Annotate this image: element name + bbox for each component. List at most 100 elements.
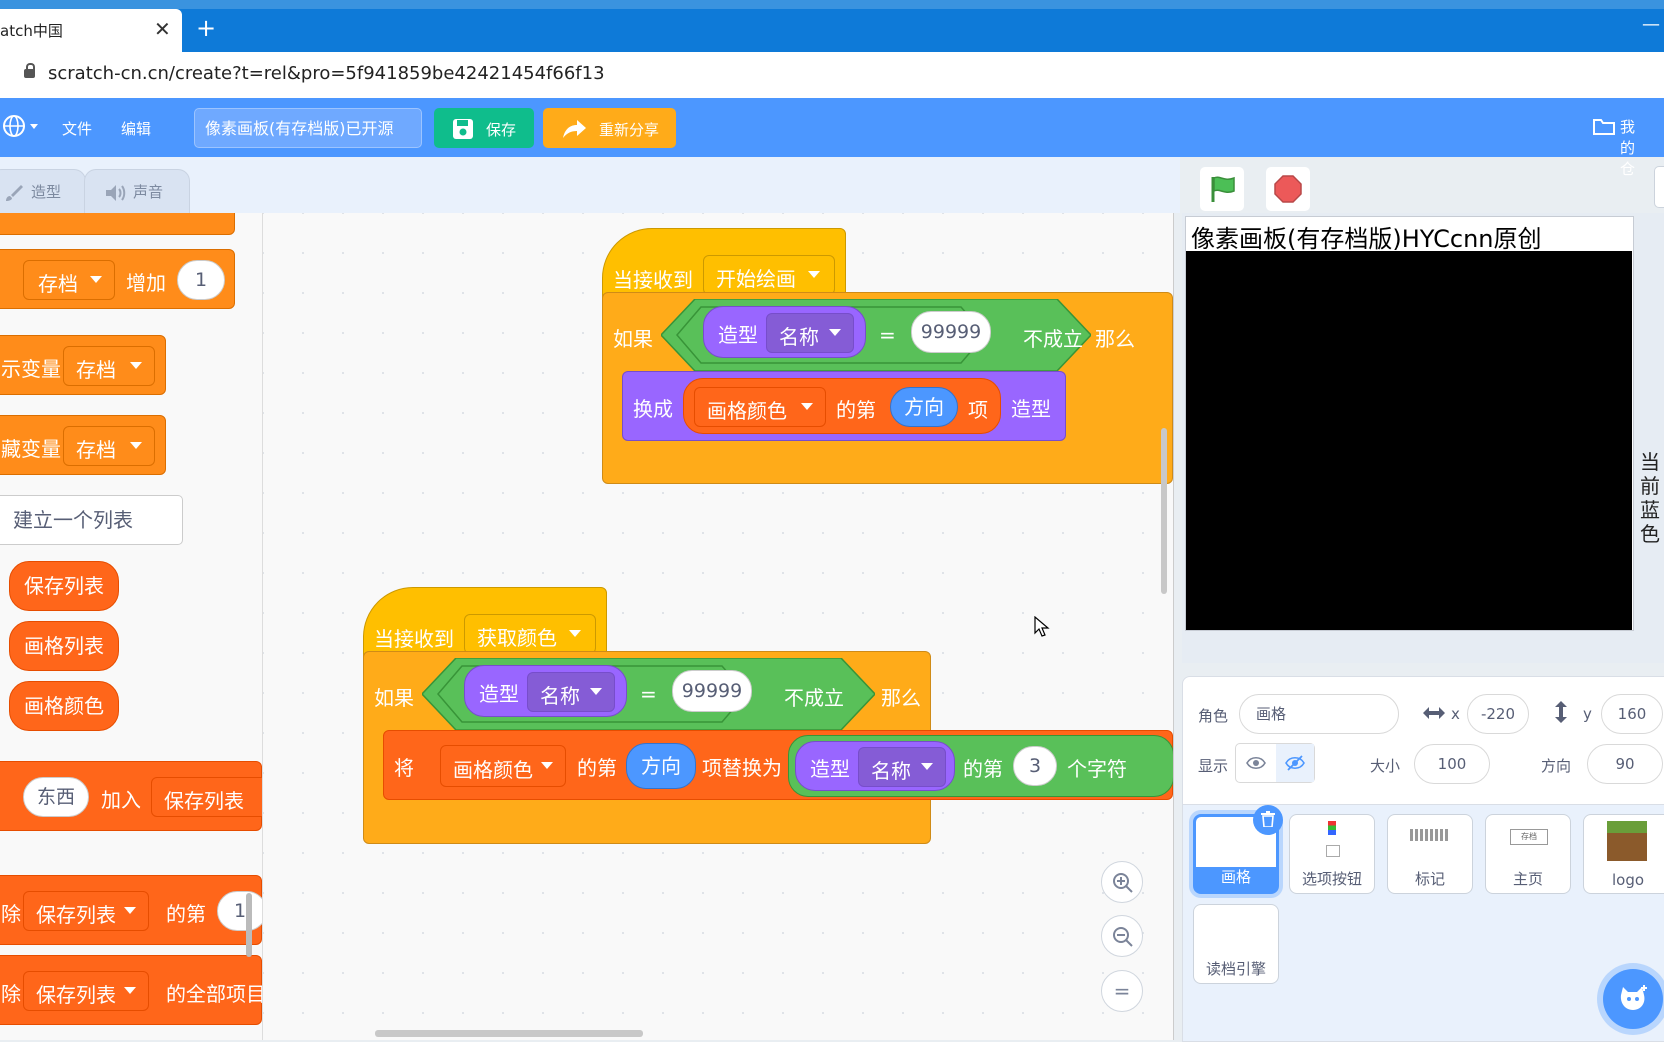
costume-reporter[interactable]: 造型 名称 (464, 665, 627, 717)
sprite-thumbnail-text: 存档 (1510, 829, 1548, 845)
sprite-tile[interactable]: 读档引擎 (1193, 904, 1279, 984)
then-label: 那么 (881, 686, 921, 710)
zoom-reset-button[interactable]: = (1101, 970, 1143, 1012)
close-tab-icon[interactable]: ✕ (154, 17, 171, 41)
save-button[interactable]: 保存 (434, 108, 534, 148)
letter-index-input[interactable]: 3 (1013, 746, 1057, 786)
script-horizontal-scrollbar[interactable] (375, 1030, 643, 1037)
palette-delete-item-block[interactable]: 除 保存列表 的第 1 (0, 875, 262, 945)
reshare-button[interactable]: 重新分享 (543, 108, 676, 148)
x-input[interactable]: -220 (1467, 694, 1529, 734)
stage-title-text: 像素画板(有存档版)HYCcnn原创 (1191, 225, 1542, 253)
palette-change-variable-block[interactable]: 存档 增加 1 (0, 249, 235, 309)
list-dropdown[interactable]: 画格颜色 (694, 387, 826, 427)
palette-delete-all-block[interactable]: 除 保存列表 的全部项目 (0, 955, 262, 1025)
save-icon (453, 119, 473, 139)
message-dropdown[interactable]: 获取颜色 (464, 614, 596, 654)
chevron-down-icon (124, 907, 136, 914)
palette-list-reporter[interactable]: 画格颜色 (9, 681, 119, 731)
costume-reporter[interactable]: 造型 名称 (703, 306, 866, 358)
eye-hidden-icon (1285, 755, 1305, 771)
palette-add-list-dropdown[interactable]: 保存列表 (151, 777, 262, 817)
palette-add-thing-input[interactable]: 东西 (23, 777, 89, 817)
palette-partial-block[interactable] (0, 213, 235, 235)
stage-size-toggle[interactable] (1654, 166, 1664, 208)
palette-delete-all-list-name: 保存列表 (36, 983, 116, 1007)
costume-attr-dropdown[interactable]: 名称 (527, 672, 615, 712)
script-area[interactable]: 当接收到 开始绘画 如果 那么 造型 名称 = 99999 不成立 换成 画格颜… (263, 213, 1174, 1040)
tab-sounds[interactable]: 声音 (84, 169, 190, 214)
palette-add-to-list-block[interactable]: 东西 加入 保存列表 (0, 761, 262, 831)
if-block[interactable]: 如果 那么 造型 名称 = 99999 不成立 将 画格颜色 的第 方向 项替换… (363, 651, 1173, 844)
menu-edit[interactable]: 编辑 (121, 118, 151, 139)
palette-list-reporter[interactable]: 保存列表 (9, 561, 119, 611)
palette-add-to-label: 加入 (101, 788, 141, 812)
replace-item-block[interactable]: 将 画格颜色 的第 方向 项替换为 造型 名称 的第 3 个字符 (383, 730, 1173, 800)
chevron-down-icon (90, 276, 102, 283)
language-globe-icon[interactable] (2, 114, 40, 142)
direction-reporter[interactable]: 方向 (890, 387, 958, 427)
costume-attr-dropdown[interactable]: 名称 (858, 747, 946, 787)
compare-value-input[interactable]: 99999 (911, 311, 991, 353)
compare-value-input[interactable]: 99999 (672, 670, 752, 712)
chevron-down-icon (921, 763, 933, 770)
make-list-button[interactable]: 建立一个列表 (0, 495, 183, 545)
palette-hide-variable-block[interactable]: 藏变量 存档 (0, 415, 166, 475)
browser-tab[interactable]: atch中国 ✕ (0, 9, 182, 52)
then-label: 那么 (1095, 327, 1135, 351)
sprite-tile-name: 标记 (1414, 870, 1445, 888)
letter-of-reporter[interactable]: 造型 名称 的第 3 个字符 (788, 735, 1173, 797)
new-tab-icon[interactable]: + (196, 14, 216, 42)
costume-reporter[interactable]: 造型 名称 (795, 741, 955, 791)
palette-delete-index-input[interactable]: 1 (217, 891, 262, 931)
sprite-tile[interactable]: logo (1583, 814, 1664, 894)
stop-button[interactable] (1266, 167, 1310, 211)
address-bar[interactable]: scratch-cn.cn/create?t=rel&pro=5f941859b… (0, 52, 1664, 99)
sprite-tile[interactable]: 选项按钮 (1289, 814, 1375, 894)
sprite-tile-name: 主页 (1512, 870, 1543, 888)
sprite-tile-name: 选项按钮 (1301, 870, 1362, 888)
switch-costume-block[interactable]: 换成 画格颜色 的第 方向 项 造型 (622, 371, 1066, 441)
stage-canvas[interactable] (1186, 251, 1632, 630)
palette-delete-all-dropdown[interactable]: 保存列表 (23, 971, 149, 1011)
zoom-in-button[interactable] (1101, 861, 1143, 903)
stage[interactable]: 像素画板(有存档版)HYCcnn原创 (1185, 216, 1634, 631)
delete-sprite-button[interactable] (1253, 805, 1283, 835)
y-label: y (1583, 705, 1592, 723)
sprite-tile[interactable]: 存档 主页 (1485, 814, 1571, 894)
sprite-name-input[interactable]: 画格 (1239, 694, 1399, 734)
if-block[interactable]: 如果 那么 造型 名称 = 99999 不成立 换成 画格颜色 的第 方向 项 … (602, 292, 1173, 484)
palette-delete-list-dropdown[interactable]: 保存列表 (23, 891, 149, 931)
costume-attr-dropdown[interactable]: 名称 (766, 313, 854, 353)
script-vertical-scrollbar[interactable] (1161, 428, 1167, 594)
add-sprite-button[interactable] (1603, 969, 1663, 1029)
direction-input[interactable]: 90 (1587, 744, 1663, 784)
palette-variable-dropdown[interactable]: 存档 (23, 260, 115, 300)
y-input[interactable]: 160 (1601, 694, 1663, 734)
list-dropdown[interactable]: 画格颜色 (440, 745, 566, 787)
size-input[interactable]: 100 (1414, 744, 1490, 784)
sprite-tile[interactable]: 标记 (1387, 814, 1473, 894)
green-flag-button[interactable] (1200, 167, 1244, 211)
menu-file[interactable]: 文件 (62, 118, 92, 139)
direction-reporter[interactable]: 方向 (626, 743, 696, 789)
palette-delete-all-prefix: 除 (1, 982, 21, 1006)
item-of-list-reporter[interactable]: 画格颜色 的第 方向 项 (683, 378, 1001, 434)
project-title-input[interactable]: 像素画板(有存档版)已开源 (194, 108, 422, 148)
minimize-icon[interactable]: — (1642, 14, 1660, 35)
zoom-out-button[interactable] (1101, 915, 1143, 957)
palette-scrollbar[interactable] (246, 893, 252, 957)
palette-increase-input[interactable]: 1 (177, 260, 225, 300)
hide-button[interactable] (1276, 744, 1314, 782)
palette-show-variable-dropdown[interactable]: 存档 (63, 346, 155, 386)
url-text[interactable]: scratch-cn.cn/create?t=rel&pro=5f941859b… (48, 63, 605, 84)
costume-attr-name: 名称 (540, 684, 580, 708)
message-dropdown[interactable]: 开始绘画 (703, 255, 835, 295)
palette-show-variable-block[interactable]: 示变量 存档 (0, 335, 166, 395)
not-label: 不成立 (784, 686, 844, 710)
show-button[interactable] (1236, 744, 1277, 782)
palette-list-reporter[interactable]: 画格列表 (9, 621, 119, 671)
palette-hide-variable-dropdown[interactable]: 存档 (63, 426, 155, 466)
tab-costumes[interactable]: 造型 (0, 169, 86, 214)
block-palette[interactable]: 存档 增加 1 示变量 存档 藏变量 存档 建立一个列表 保存列表 画格列表 画… (0, 213, 263, 1040)
